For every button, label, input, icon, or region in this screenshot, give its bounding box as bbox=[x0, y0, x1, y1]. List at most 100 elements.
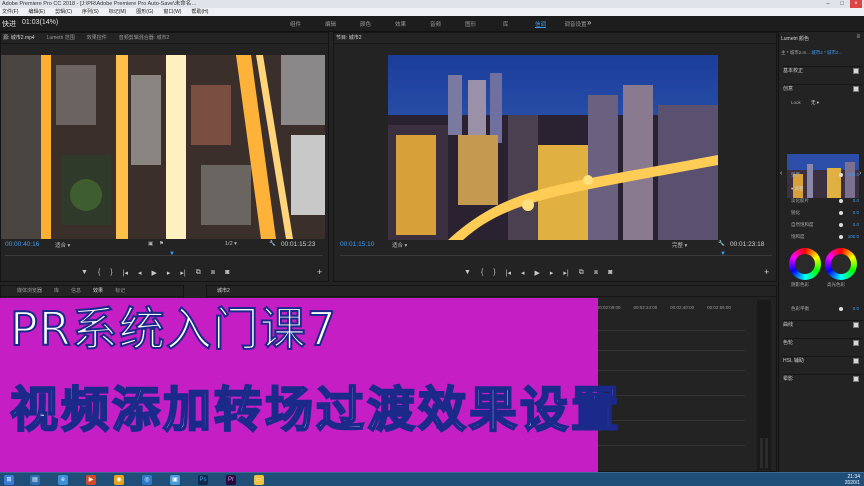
section-hsl[interactable]: HSL 辅助 bbox=[783, 356, 863, 365]
source-playhead-icon[interactable]: ▼ bbox=[169, 251, 175, 257]
extract-icon[interactable]: ⧈ bbox=[594, 269, 598, 277]
overwrite-icon[interactable]: ⧈ bbox=[211, 269, 215, 277]
color-wheels-enable-checkbox[interactable] bbox=[853, 340, 859, 346]
faded-film-value[interactable]: 0.0 bbox=[853, 198, 859, 203]
workspace-tab-active[interactable]: 信调 bbox=[523, 20, 558, 28]
browser-icon[interactable]: ◎ bbox=[142, 475, 152, 485]
ie-icon[interactable]: e bbox=[58, 475, 68, 485]
basic-enable-checkbox[interactable] bbox=[853, 68, 859, 74]
vibrance-slider[interactable] bbox=[839, 223, 843, 227]
photoshop-icon[interactable]: Ps bbox=[198, 475, 208, 485]
workspace-tab-color[interactable]: 颜色 bbox=[348, 20, 383, 28]
tab-info[interactable]: 信息 bbox=[71, 286, 81, 296]
chrome-icon[interactable]: ◉ bbox=[114, 475, 124, 485]
go-to-out-icon[interactable]: ▸| bbox=[180, 269, 185, 277]
lift-icon[interactable]: ⧉ bbox=[579, 269, 584, 277]
source-wrench-icon[interactable]: 🔧 bbox=[269, 241, 276, 247]
workspace-tab-graphics[interactable]: 图形 bbox=[453, 20, 488, 28]
program-timecode-current[interactable]: 00:01:15:10 bbox=[340, 241, 374, 248]
program-fit-select[interactable]: 适合 ▾ bbox=[392, 241, 407, 249]
tint-balance-value[interactable]: 0.0 bbox=[853, 306, 859, 311]
sharpen-slider[interactable] bbox=[839, 211, 843, 215]
tab-program[interactable]: 节目: 城市2 bbox=[336, 33, 362, 43]
program-wrench-icon[interactable]: 🔧 bbox=[718, 241, 725, 247]
lumetri-sequence-clip[interactable]: 城市2 * 城市2... bbox=[811, 50, 842, 55]
source-add-button-icon[interactable]: + bbox=[317, 267, 322, 277]
vignette-enable-checkbox[interactable] bbox=[853, 376, 859, 382]
menu-window[interactable]: 窗口(W) bbox=[163, 8, 181, 16]
app-icon[interactable]: ▣ bbox=[170, 475, 180, 485]
highlight-tint-wheel[interactable] bbox=[825, 248, 857, 280]
lumetri-master-clip[interactable]: 主 * 城市2.m... bbox=[781, 50, 810, 55]
source-settings-icon[interactable]: ▣ bbox=[148, 241, 153, 247]
workspace-tab-assembly[interactable]: 组件 bbox=[278, 20, 313, 28]
menu-clip[interactable]: 剪辑(C) bbox=[55, 8, 72, 16]
step-forward-icon[interactable]: ▸ bbox=[550, 269, 554, 277]
step-back-icon[interactable]: ◂ bbox=[521, 269, 525, 277]
workspace-tab-audio[interactable]: 音频 bbox=[418, 20, 453, 28]
marker-icon[interactable]: ▼ bbox=[81, 269, 88, 277]
mark-out-icon[interactable]: } bbox=[493, 269, 495, 277]
menu-file[interactable]: 文件(F) bbox=[2, 8, 18, 16]
workspace-tab-editing[interactable]: 编辑 bbox=[313, 20, 348, 28]
menu-marker[interactable]: 标记(M) bbox=[109, 8, 127, 16]
program-quality-select[interactable]: 完整 ▾ bbox=[672, 241, 687, 249]
insert-icon[interactable]: ⧉ bbox=[196, 269, 201, 277]
look-select[interactable]: 无 ▾ bbox=[811, 100, 819, 106]
maximize-icon[interactable]: □ bbox=[836, 0, 848, 8]
section-vignette[interactable]: 晕影 bbox=[783, 374, 863, 383]
step-back-icon[interactable]: ◂ bbox=[138, 269, 142, 277]
close-icon[interactable]: × bbox=[850, 0, 862, 8]
program-scrub-bar[interactable] bbox=[340, 255, 772, 261]
play-icon[interactable]: ▶ bbox=[151, 269, 156, 277]
export-frame-icon[interactable]: ◙ bbox=[608, 269, 612, 277]
program-playhead-icon[interactable]: ▼ bbox=[720, 251, 726, 257]
workspace-more-icon[interactable]: » bbox=[587, 18, 591, 27]
tab-audio-clip-mixer[interactable]: 音频剪辑混合器: 城市2 bbox=[119, 33, 170, 43]
look-prev-icon[interactable]: ‹ bbox=[780, 170, 782, 177]
tab-effect-controls[interactable]: 效果控件 bbox=[87, 33, 107, 43]
go-to-out-icon[interactable]: ▸| bbox=[563, 269, 568, 277]
source-fit-select[interactable]: 适合 ▾ bbox=[55, 241, 70, 249]
section-basic-correction[interactable]: 基本校正 bbox=[783, 66, 863, 75]
intensity-value[interactable]: 100.0 bbox=[848, 172, 859, 177]
saturation-value[interactable]: 100.0 bbox=[848, 234, 859, 239]
adjust-heading[interactable]: ▾ 调整 bbox=[791, 186, 861, 192]
source-scrub-bar[interactable] bbox=[5, 255, 323, 261]
media-icon[interactable]: ▶ bbox=[86, 475, 96, 485]
tab-lumetri-scopes[interactable]: Lumetri 范围 bbox=[47, 33, 75, 43]
taskbar-clock[interactable]: 21:34 2020/1 bbox=[845, 474, 860, 486]
marker-icon[interactable]: ▼ bbox=[464, 269, 471, 277]
minimize-icon[interactable]: – bbox=[822, 0, 834, 8]
panel-menu-icon[interactable]: ≡ bbox=[856, 34, 860, 40]
tab-libraries[interactable]: 库 bbox=[54, 286, 59, 296]
tint-balance-slider[interactable] bbox=[839, 307, 843, 311]
program-add-button-icon[interactable]: + bbox=[764, 267, 769, 277]
mark-in-icon[interactable]: { bbox=[481, 269, 483, 277]
vibrance-value[interactable]: 0.0 bbox=[853, 222, 859, 227]
workspace-tab-effects[interactable]: 效果 bbox=[383, 20, 418, 28]
tab-source[interactable]: 源: 城市2.mp4 bbox=[3, 33, 35, 43]
tab-sequence[interactable]: 城市2 bbox=[217, 286, 230, 296]
tab-markers[interactable]: 标记 bbox=[115, 286, 125, 296]
section-color-wheels[interactable]: 色轮 bbox=[783, 338, 863, 347]
explorer-icon[interactable]: ▤ bbox=[30, 475, 40, 485]
source-marker-icon[interactable]: ⚑ bbox=[159, 241, 164, 247]
menu-help[interactable]: 帮助(H) bbox=[191, 8, 208, 16]
export-frame-icon[interactable]: ◙ bbox=[225, 269, 229, 277]
saturation-slider[interactable] bbox=[839, 235, 843, 239]
sharpen-value[interactable]: 0.0 bbox=[853, 210, 859, 215]
mark-out-icon[interactable]: } bbox=[110, 269, 112, 277]
play-icon[interactable]: ▶ bbox=[534, 269, 539, 277]
step-forward-icon[interactable]: ▸ bbox=[167, 269, 171, 277]
tab-effects[interactable]: 效果 bbox=[93, 286, 103, 296]
go-to-in-icon[interactable]: |◂ bbox=[506, 269, 511, 277]
folder-icon[interactable]: ▭ bbox=[254, 475, 264, 485]
mark-in-icon[interactable]: { bbox=[98, 269, 100, 277]
hsl-enable-checkbox[interactable] bbox=[853, 358, 859, 364]
curves-enable-checkbox[interactable] bbox=[853, 322, 859, 328]
menu-edit[interactable]: 编辑(E) bbox=[28, 8, 45, 16]
shadow-tint-wheel[interactable] bbox=[789, 248, 821, 280]
menu-graphics[interactable]: 图形(G) bbox=[136, 8, 153, 16]
source-resolution-select[interactable]: 1/2 ▾ bbox=[225, 241, 237, 247]
